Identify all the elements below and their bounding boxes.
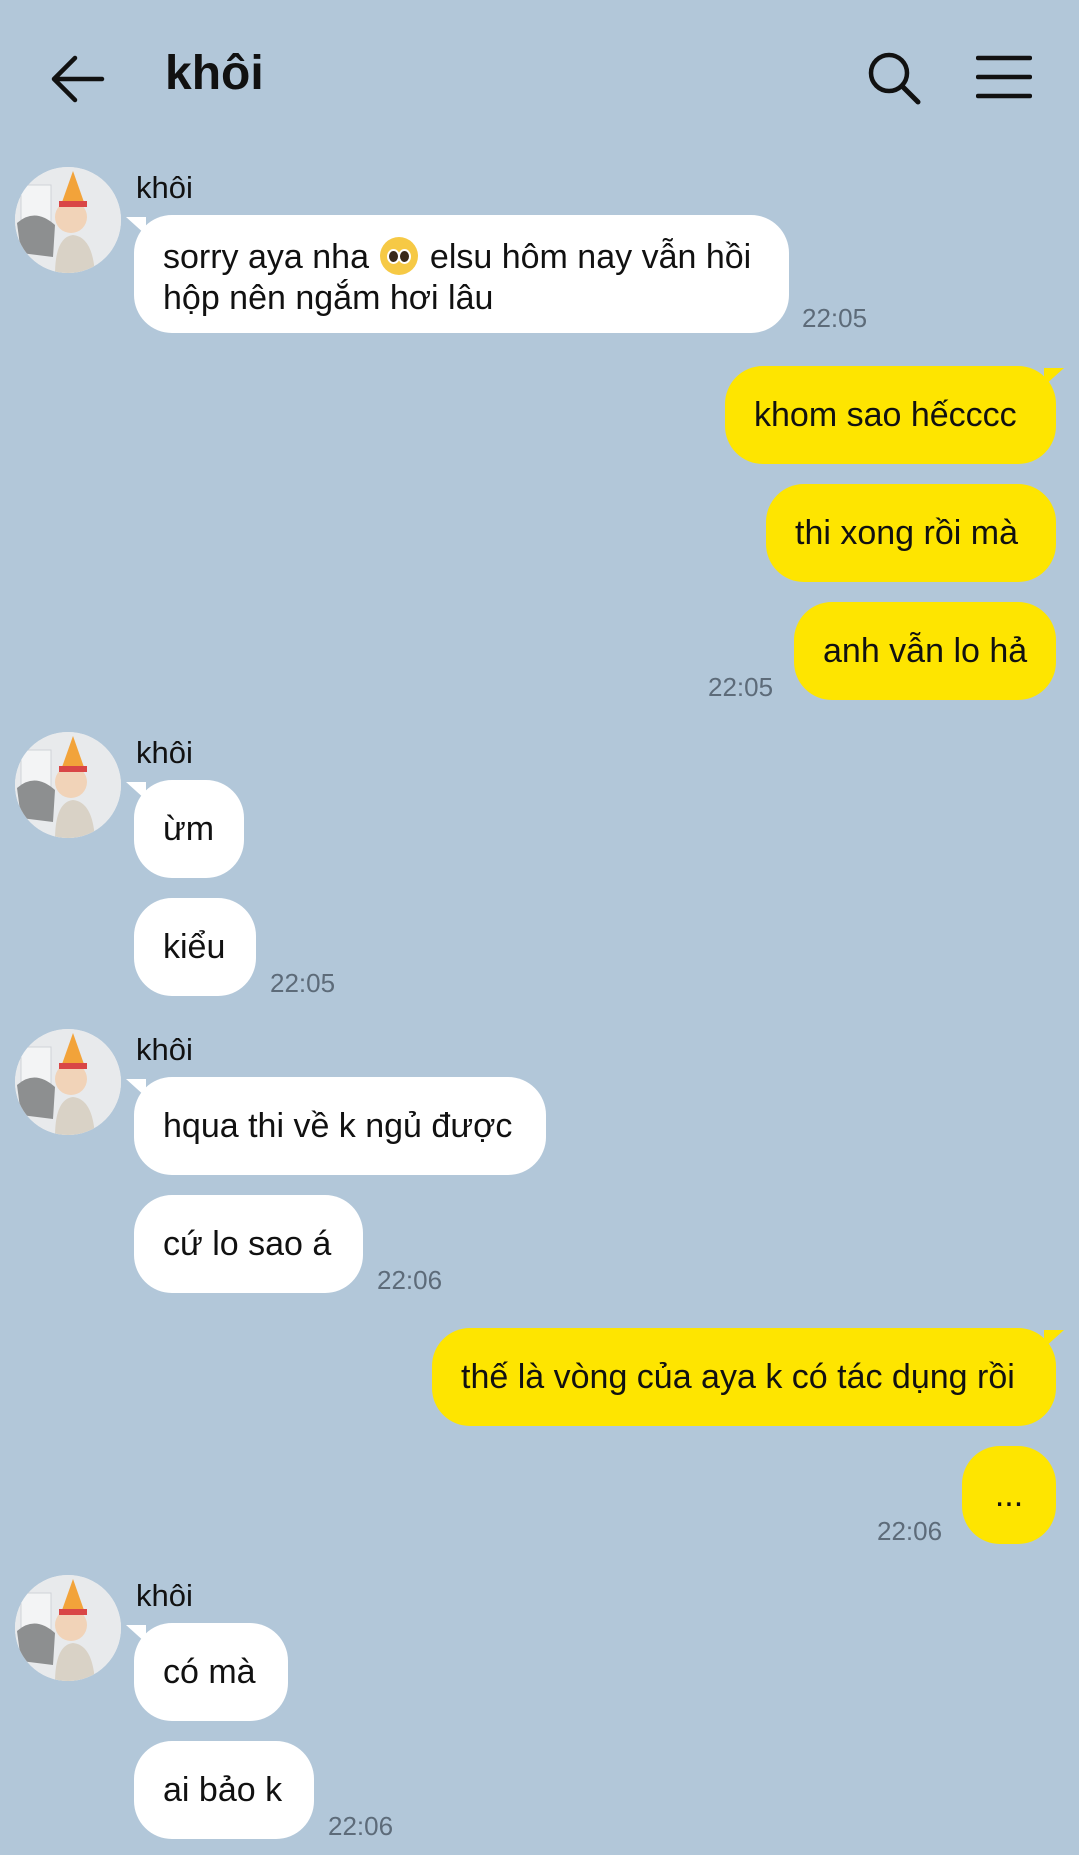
pleading-face-icon	[380, 237, 419, 275]
message-text: kiểu	[163, 927, 226, 966]
message-time: 22:06	[377, 1265, 443, 1295]
message-text: sorry aya nha elsu hôm nay vẫn hồi hộp n…	[163, 237, 752, 317]
sender-name: khôi	[136, 735, 193, 770]
message-text: ừm	[163, 809, 215, 848]
message-time: 22:05	[708, 672, 774, 702]
message-text: thế là vòng của aya k có tác dụng rồi	[461, 1357, 1015, 1396]
message-bubble[interactable]: ai bảo k	[134, 1741, 314, 1839]
avatar-photo-icon	[15, 1575, 121, 1681]
message-bubble[interactable]: thi xong rồi mà	[766, 484, 1056, 582]
message-bubble[interactable]: hqua thi về k ngủ được	[126, 1077, 546, 1175]
message-text: hqua thi về k ngủ được	[163, 1106, 513, 1145]
search-button[interactable]	[866, 50, 922, 106]
search-icon	[868, 52, 921, 105]
avatar[interactable]	[15, 1029, 121, 1135]
hamburger-menu-icon	[975, 55, 1033, 99]
message-bubble[interactable]: thế là vòng của aya k có tác dụng rồi	[432, 1328, 1064, 1426]
avatar[interactable]	[15, 167, 121, 273]
message-time: 22:06	[877, 1516, 943, 1546]
message-text: thi xong rồi mà	[795, 513, 1018, 552]
message-bubble[interactable]: sorry aya nha elsu hôm nay vẫn hồi hộp n…	[126, 215, 789, 333]
avatar-photo-icon	[15, 167, 121, 273]
chat-title: khôi	[165, 47, 264, 100]
message-text: khom sao hếcccc	[754, 395, 1017, 434]
avatar[interactable]	[15, 732, 121, 838]
message-bubble[interactable]: có mà	[126, 1623, 288, 1721]
message-time: 22:05	[802, 303, 868, 333]
message-bubble[interactable]: cứ lo sao á	[134, 1195, 363, 1293]
sender-name: khôi	[136, 1578, 193, 1613]
avatar[interactable]	[15, 1575, 121, 1681]
message-bubble[interactable]: kiểu	[134, 898, 256, 996]
message-bubble[interactable]: anh vẫn lo hả	[794, 602, 1056, 700]
message-text: ai bảo k	[163, 1770, 283, 1809]
sender-name: khôi	[136, 170, 193, 205]
message-text: ...	[994, 1475, 1024, 1514]
message-bubble[interactable]: ừm	[126, 780, 244, 878]
message-text: anh vẫn lo hả	[823, 631, 1028, 670]
avatar-photo-icon	[15, 1029, 121, 1135]
message-text: có mà	[163, 1652, 256, 1691]
message-time: 22:06	[328, 1811, 394, 1841]
avatar-photo-icon	[15, 732, 121, 838]
back-button[interactable]	[48, 48, 110, 110]
message-bubble[interactable]: khom sao hếcccc	[725, 366, 1064, 464]
message-bubble[interactable]: ...	[962, 1446, 1056, 1544]
sender-name: khôi	[136, 1032, 193, 1067]
message-time: 22:05	[270, 968, 336, 998]
message-text: cứ lo sao á	[163, 1224, 332, 1263]
arrow-left-icon	[51, 55, 105, 103]
chat-header: khôi	[0, 0, 1079, 160]
menu-button[interactable]	[975, 54, 1033, 100]
